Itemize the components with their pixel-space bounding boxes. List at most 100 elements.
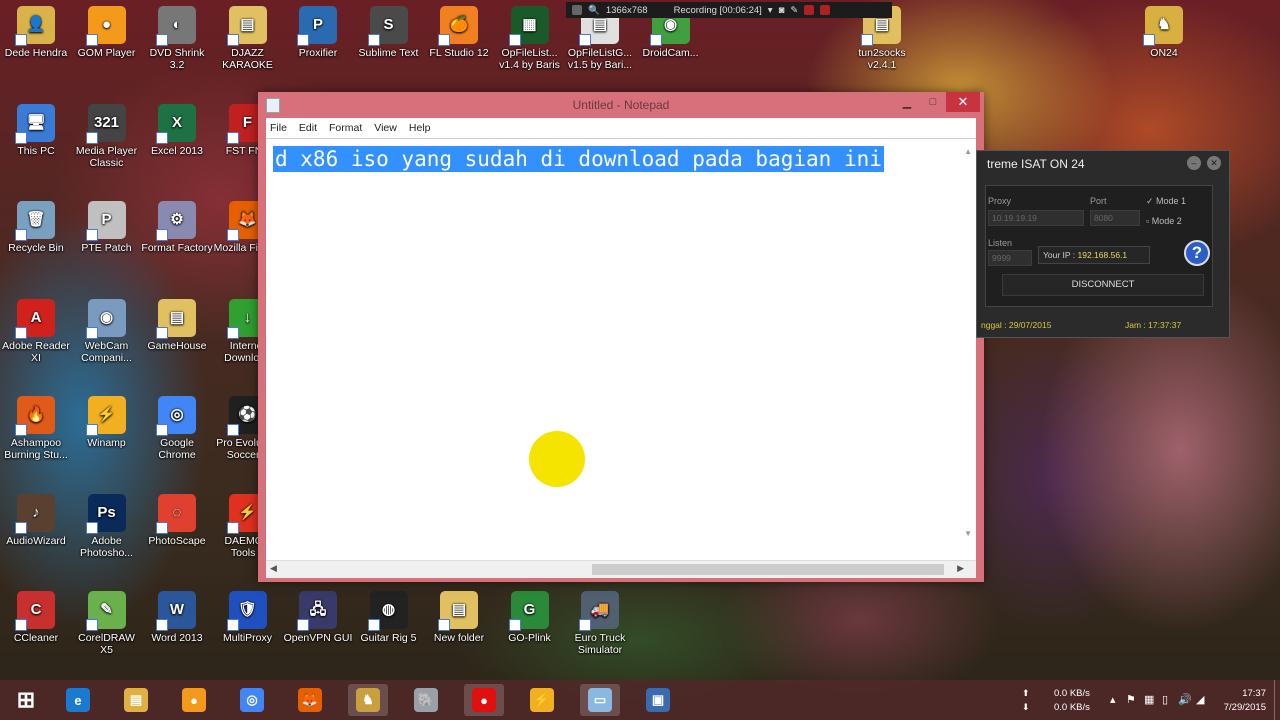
internet-explorer-icon[interactable]: e [58, 684, 98, 716]
desktop-icon[interactable]: 🚚 Euro Truck Simulator [564, 591, 636, 656]
desktop-icon[interactable]: ◎ Google Chrome [141, 396, 213, 461]
desktop-icon[interactable]: ◐ DVD Shrink 3.2 [141, 6, 213, 71]
chrome-icon[interactable]: ◎ [232, 684, 272, 716]
clock[interactable]: 17:37 7/29/2015 [1212, 680, 1272, 720]
desktop-icon[interactable]: ◍ Guitar Rig 5 [353, 591, 425, 644]
scrollbar-thumb[interactable] [592, 564, 944, 575]
desktop-icon-label: Format Factory [141, 242, 213, 254]
power-icon[interactable]: ▯ [1162, 693, 1168, 706]
desktop-icon[interactable]: C CCleaner [0, 591, 72, 644]
file-explorer-icon[interactable]: ▤ [116, 684, 156, 716]
app-icon: S [367, 6, 408, 46]
desktop-icon[interactable]: X Excel 2013 [141, 103, 213, 157]
flag-icon[interactable]: ⚑ [1126, 693, 1136, 706]
desktop-icon[interactable]: 🗑 Recycle Bin [0, 201, 72, 254]
desktop-icon[interactable]: Ps Adobe Photosho... [71, 493, 143, 559]
minimize-button[interactable]: ▁ [894, 92, 920, 112]
app-icon: 🖧 [297, 591, 337, 631]
app-icon: ▤ [438, 591, 478, 631]
desktop-icon[interactable]: S Sublime Text [353, 6, 425, 59]
menu-edit[interactable]: Edit [295, 122, 325, 134]
isat-close-button[interactable]: ✕ [1207, 156, 1221, 170]
pen-icon[interactable]: ✎ [790, 5, 798, 16]
text-editor-area[interactable]: d x86 iso yang sudah di download pada ba… [266, 138, 976, 561]
desktop-icon[interactable]: 🔥 Ashampoo Burning Stu... [0, 396, 72, 461]
toolbar-icon[interactable] [572, 5, 582, 15]
app-icon: G [508, 591, 549, 631]
gom-player-icon-glyph: ● [182, 688, 206, 712]
desktop-icon[interactable]: 321 Media Player Classic [71, 103, 143, 169]
recorder-icon[interactable]: ● [464, 684, 504, 716]
winamp-icon[interactable]: ⚡ [522, 684, 562, 716]
mode2-checkbox[interactable]: ▫ Mode 2 [1146, 216, 1182, 226]
desktop-icon[interactable]: ♞ ON24 [1128, 6, 1200, 59]
desktop-icon[interactable]: ◌ PhotoScape [141, 493, 213, 547]
desktop-icon[interactable]: 🛡 MultiProxy [212, 591, 284, 644]
app-icon: 321 [85, 103, 126, 144]
menu-file[interactable]: File [266, 122, 295, 134]
desktop-icon-label: Dede Hendra [4, 47, 68, 59]
notepad-icon[interactable]: ▭ [580, 684, 620, 716]
signal-icon[interactable]: ◢ [1196, 693, 1204, 706]
proxy-input[interactable]: 10.19.19.19 [988, 210, 1084, 226]
camera-icon[interactable]: ◙ [779, 5, 785, 16]
pause-icon[interactable] [804, 5, 815, 15]
desktop-icon[interactable]: ⚡ Winamp [71, 396, 143, 449]
scroll-down-icon[interactable]: ▼ [964, 529, 972, 538]
desktop-icon[interactable]: 🖧 OpenVPN GUI [282, 591, 354, 644]
magnifier-icon[interactable]: 🔍 [588, 5, 600, 16]
volume-icon[interactable]: 🔊 [1178, 693, 1192, 706]
elephant-icon[interactable]: 🐘 [406, 684, 446, 716]
dropdown-icon[interactable]: ▾ [768, 5, 773, 16]
desktop-icon[interactable]: ▦ OpFileList... v1.4 by Baris [494, 6, 566, 71]
listen-input[interactable]: 9999 [988, 250, 1032, 266]
desktop-icon[interactable]: ▤ New folder [423, 591, 495, 644]
menu-format[interactable]: Format [325, 122, 370, 134]
stop-icon[interactable] [820, 5, 831, 15]
app-icon: ✎ [85, 591, 126, 631]
horizontal-scrollbar[interactable]: ◀ ▶ [266, 560, 976, 578]
port-input[interactable]: 8080 [1090, 210, 1140, 226]
isat-minimize-button[interactable]: – [1187, 156, 1201, 170]
desktop-icon[interactable]: ▤ GameHouse [141, 298, 213, 352]
desktop-icon[interactable]: P PTE Patch [71, 201, 143, 254]
desktop-icon[interactable]: A Adobe Reader XI [0, 298, 72, 364]
desktop-icon-label: New folder [433, 632, 485, 644]
mode1-checkbox[interactable]: ✓ Mode 1 [1146, 196, 1186, 207]
disconnect-button[interactable]: DISCONNECT [1002, 274, 1204, 296]
notepad-titlebar[interactable]: Untitled - Notepad ▁ □ ✕ [258, 92, 984, 118]
internet-explorer-icon-glyph: e [66, 688, 90, 712]
desktop-icon[interactable]: P Proxifier [282, 6, 354, 59]
desktop-icon[interactable]: 🖥 This PC [0, 103, 72, 157]
desktop-icon[interactable]: G GO-Plink [494, 591, 566, 644]
firefox-icon[interactable]: 🦊 [290, 684, 330, 716]
scroll-right-icon[interactable]: ▶ [957, 563, 964, 574]
desktop-icon[interactable]: ● GOM Player [71, 6, 143, 59]
desktop-icon[interactable]: ✎ CorelDRAW X5 [71, 591, 143, 656]
virtualbox-icon[interactable]: ▣ [638, 684, 678, 716]
desktop-icon[interactable]: ▤ DJAZZ KARAOKE [212, 6, 284, 71]
help-icon[interactable]: ? [1184, 240, 1210, 266]
network-icon[interactable]: ▦ [1144, 693, 1154, 706]
show-desktop-button[interactable] [1274, 680, 1280, 720]
app-icon: P [85, 201, 126, 241]
selected-text[interactable]: d x86 iso yang sudah di download pada ba… [273, 146, 884, 172]
tray-expand-icon[interactable]: ▴ [1110, 693, 1116, 706]
desktop-icon-label: OpFileList... v1.4 by Baris [499, 47, 560, 71]
start-button[interactable]: ⊞ [6, 684, 46, 716]
desktop-icon[interactable]: 👤 Dede Hendra [0, 6, 72, 59]
desktop-icon[interactable]: ⚙ Format Factory [141, 201, 213, 254]
scroll-left-icon[interactable]: ◀ [270, 563, 277, 574]
desktop-icon[interactable]: ♪ AudioWizard [0, 493, 72, 547]
desktop-icon[interactable]: 🍊 FL Studio 12 [423, 6, 495, 59]
menu-view[interactable]: View [370, 122, 405, 134]
desktop-icon[interactable]: ◉ WebCam Compani... [71, 298, 143, 364]
on24-icon[interactable]: ♞ [348, 684, 388, 716]
menu-help[interactable]: Help [405, 122, 439, 134]
gom-player-icon[interactable]: ● [174, 684, 214, 716]
scroll-up-icon[interactable]: ▲ [964, 147, 972, 156]
on24-icon-glyph: ♞ [356, 688, 380, 712]
desktop-icon[interactable]: W Word 2013 [141, 591, 213, 644]
close-button[interactable]: ✕ [946, 92, 980, 112]
maximize-button[interactable]: □ [920, 92, 946, 112]
